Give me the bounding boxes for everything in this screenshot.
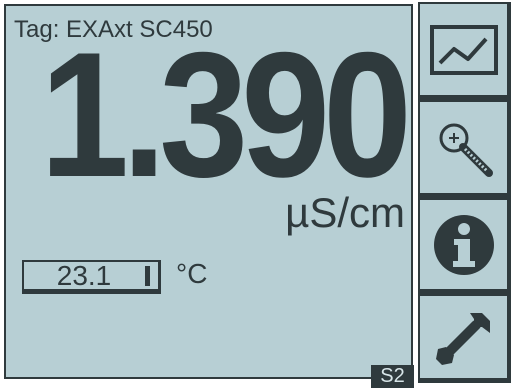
- trend-graph-icon: [429, 24, 498, 75]
- setup-button[interactable]: [418, 294, 511, 383]
- zoom-button[interactable]: [418, 100, 511, 198]
- analyzer-screen: Tag: EXAxt SC450 1.390 µS/cm 23.1 °C S2: [0, 0, 515, 388]
- wrench-icon: [432, 305, 496, 369]
- magnifier-icon: [434, 118, 494, 178]
- trend-button[interactable]: [418, 2, 511, 100]
- info-button[interactable]: [418, 198, 511, 294]
- corner-mark: [12, 377, 17, 379]
- main-display-panel[interactable]: Tag: EXAxt SC450 1.390 µS/cm 23.1 °C S2: [4, 4, 414, 388]
- temperature-value: 23.1: [56, 259, 112, 291]
- temperature-unit: °C: [176, 258, 208, 289]
- main-measurement-value: 1.390: [40, 15, 412, 214]
- measurement-unit: µS/cm: [285, 189, 405, 236]
- temperature-value-box[interactable]: 23.1: [22, 260, 161, 294]
- info-icon: [432, 213, 496, 277]
- temperature-box-marker: [145, 266, 150, 286]
